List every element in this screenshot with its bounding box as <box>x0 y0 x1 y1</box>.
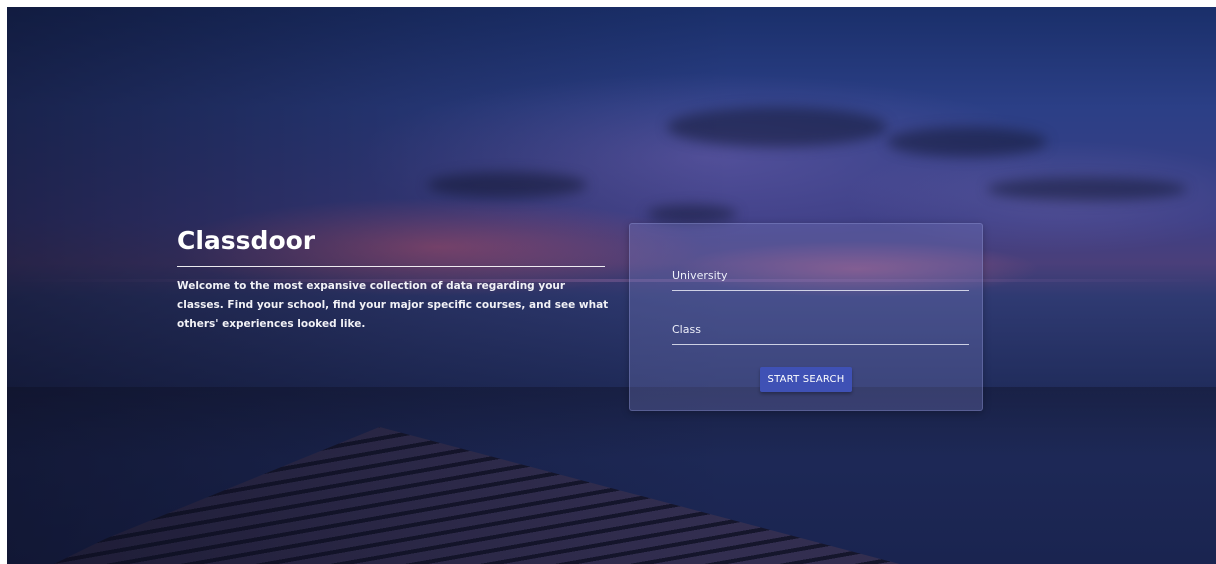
class-field[interactable] <box>672 316 969 345</box>
search-card: START SEARCH <box>629 223 983 411</box>
hero-section: Classdoor Welcome to the most expansive … <box>177 223 608 334</box>
university-field[interactable] <box>672 262 969 291</box>
page-title: Classdoor <box>177 226 316 255</box>
start-search-button[interactable]: START SEARCH <box>760 367 852 392</box>
class-input[interactable] <box>672 316 969 342</box>
university-input[interactable] <box>672 262 969 288</box>
hero-description: Welcome to the most expansive collection… <box>177 280 609 330</box>
landing-page: Classdoor Welcome to the most expansive … <box>7 7 1216 564</box>
title-divider <box>177 266 605 267</box>
